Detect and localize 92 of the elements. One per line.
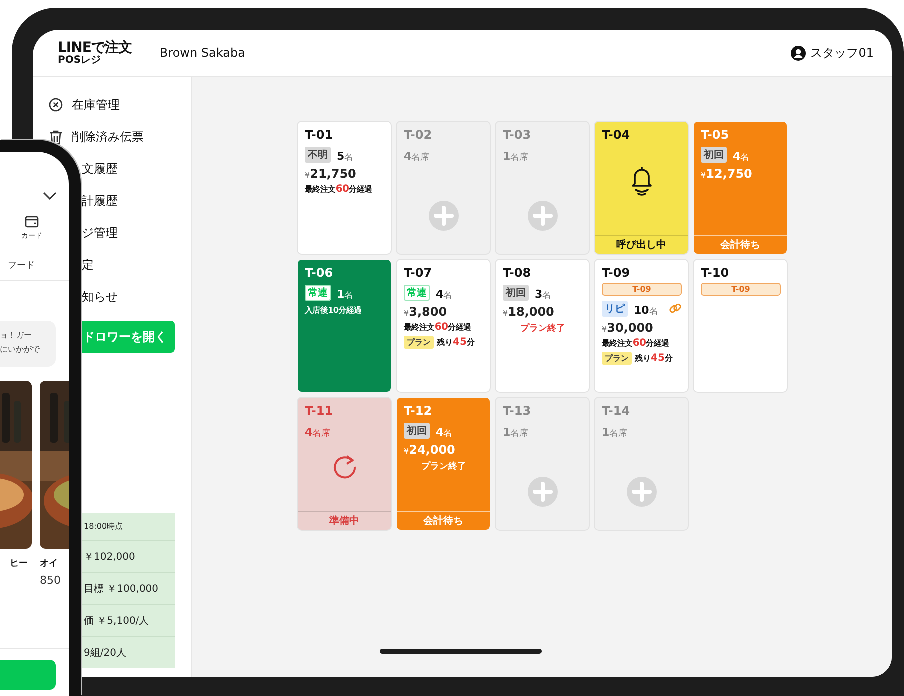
menu-item[interactable]: 定 — [82, 256, 94, 274]
seat-count: 1名席 — [503, 149, 529, 164]
elapsed-note: 最終注文60分経過 — [404, 322, 472, 333]
plan-status: プラン終了 — [520, 322, 566, 335]
menu-item[interactable]: ジ管理 — [82, 224, 118, 242]
table-card[interactable]: T-08 初回 3名 ¥18,000 プラン終了 — [496, 260, 589, 392]
category-tab[interactable]: フード — [8, 261, 35, 271]
product-price: 850 — [40, 574, 62, 587]
customer-tag: 常連 — [305, 284, 331, 300]
seat-count: 1名席 — [602, 425, 628, 440]
bill-amount: ¥24,000 — [404, 443, 456, 457]
customer-tag: 初回 — [503, 284, 529, 300]
status-footer: 会計待ち — [694, 235, 787, 254]
bill-amount: ¥3,800 — [404, 305, 448, 319]
table-number: T-11 — [305, 404, 334, 418]
guest-count: 4名 — [436, 425, 453, 440]
add-icon — [528, 477, 558, 507]
guest-count: 1名 — [337, 287, 354, 302]
elapsed-note: 最終注文60分経過 — [305, 184, 374, 195]
trash-icon — [49, 130, 63, 144]
table-number: T-08 — [503, 266, 532, 280]
table-number: T-14 — [602, 404, 632, 418]
table-number: T-07 — [404, 266, 434, 280]
bill-amount: ¥30,000 — [602, 321, 654, 335]
user-avatar-icon — [790, 46, 806, 60]
store-name: Brown Sakaba — [160, 46, 246, 60]
guest-count: 10名 — [634, 303, 658, 318]
seat-count: 4名席 — [305, 425, 331, 440]
status-footer: 会計待ち — [397, 511, 490, 530]
logo-title: LINEで注文 — [58, 40, 132, 54]
add-icon — [626, 477, 656, 507]
stats-time: 18:00時点 — [83, 521, 124, 533]
table-number: T-06 — [305, 266, 334, 280]
guest-count: 3名 — [535, 287, 552, 302]
plan-remaining: 残り 45分 — [437, 337, 475, 348]
logo-subtitle: POSレジ — [58, 56, 102, 66]
table-number: T-12 — [404, 404, 434, 418]
table-card[interactable]: T-01 不明 5名 ¥21,750 最終注文60分経過 — [298, 122, 391, 254]
customer-tag: 初回 — [404, 422, 430, 438]
customer-tag: 常連 — [404, 284, 430, 300]
action-button[interactable] — [0, 660, 56, 690]
seat-count: 4名席 — [404, 149, 430, 164]
table-card[interactable]: T-09 T-09 リピ 10名 ¥30,000 最終注文60分経過 プラン 残り 45分 — [595, 260, 688, 392]
add-icon — [428, 201, 458, 231]
elapsed-note: 最終注文60分経過 — [602, 338, 670, 349]
table-card[interactable]: T-05 初回 4名 ¥12,750 会計待ち — [694, 122, 787, 254]
plan-tag: プラン — [404, 336, 434, 349]
elapsed-note: 入店後10分経過 — [305, 305, 363, 316]
linked-table-tag: T-09 — [602, 283, 682, 296]
bill-amount: ¥12,750 — [701, 167, 754, 181]
table-card[interactable]: T-12 初回 4名 ¥24,000 プラン終了 会計待ち — [397, 398, 490, 530]
menu-item[interactable]: 文履歴 — [82, 160, 118, 178]
seat-count: 1名席 — [503, 425, 529, 440]
table-number: T-02 — [404, 128, 434, 142]
guest-count: 4名 — [436, 287, 453, 302]
table-number: T-01 — [305, 128, 334, 142]
guest-count: 4名 — [733, 149, 750, 164]
menu-item[interactable]: 削除済み伝票 — [72, 128, 144, 146]
menu-item[interactable]: 知らせ — [82, 288, 118, 306]
customer-tag: リピ — [602, 300, 628, 316]
bill-amount: ¥21,750 — [305, 167, 358, 181]
customer-tag: 初回 — [701, 146, 727, 162]
table-card[interactable]: T-06 常連 1名 入店後10分経過 — [298, 260, 391, 392]
menu-item[interactable]: 在庫管理 — [72, 96, 120, 114]
customer-tag: 不明 — [305, 146, 331, 162]
table-card[interactable]: T-04 呼び出し中 — [595, 122, 688, 254]
plan-remaining: 残り 45分 — [635, 353, 673, 364]
table-number: T-03 — [503, 128, 532, 142]
close-circle-icon — [49, 98, 63, 112]
table-card[interactable]: T-10 T-09 — [694, 260, 787, 392]
table-number: T-10 — [701, 266, 730, 280]
table-card[interactable]: T-07 常連 4名 ¥3,800 最終注文60分経過 プラン 残り 45分 — [397, 260, 490, 392]
add-icon — [528, 201, 558, 231]
table-number: T-09 — [602, 266, 632, 280]
product-name: ヒー — [9, 558, 29, 570]
staff-name[interactable]: スタッフ01 — [810, 44, 874, 62]
table-number: T-05 — [701, 128, 730, 142]
table-number: T-13 — [503, 404, 532, 418]
message-text: ョ！ガー — [0, 330, 33, 342]
status-footer: 呼び出し中 — [595, 235, 688, 254]
plan-status: プラン終了 — [420, 460, 468, 473]
product-name: オイ — [40, 558, 59, 570]
guest-count: 5名 — [337, 149, 354, 164]
message-text: にいかがで — [0, 344, 41, 356]
plan-tag: プラン — [602, 352, 632, 365]
status-footer: 準備中 — [298, 511, 391, 530]
menu-item[interactable]: 計履歴 — [82, 192, 118, 210]
bill-amount: ¥18,000 — [503, 305, 556, 319]
table-number: T-04 — [602, 128, 632, 142]
card-icon — [25, 216, 39, 228]
linked-table-tag: T-09 — [701, 283, 781, 296]
chevron-down-icon — [43, 192, 57, 200]
